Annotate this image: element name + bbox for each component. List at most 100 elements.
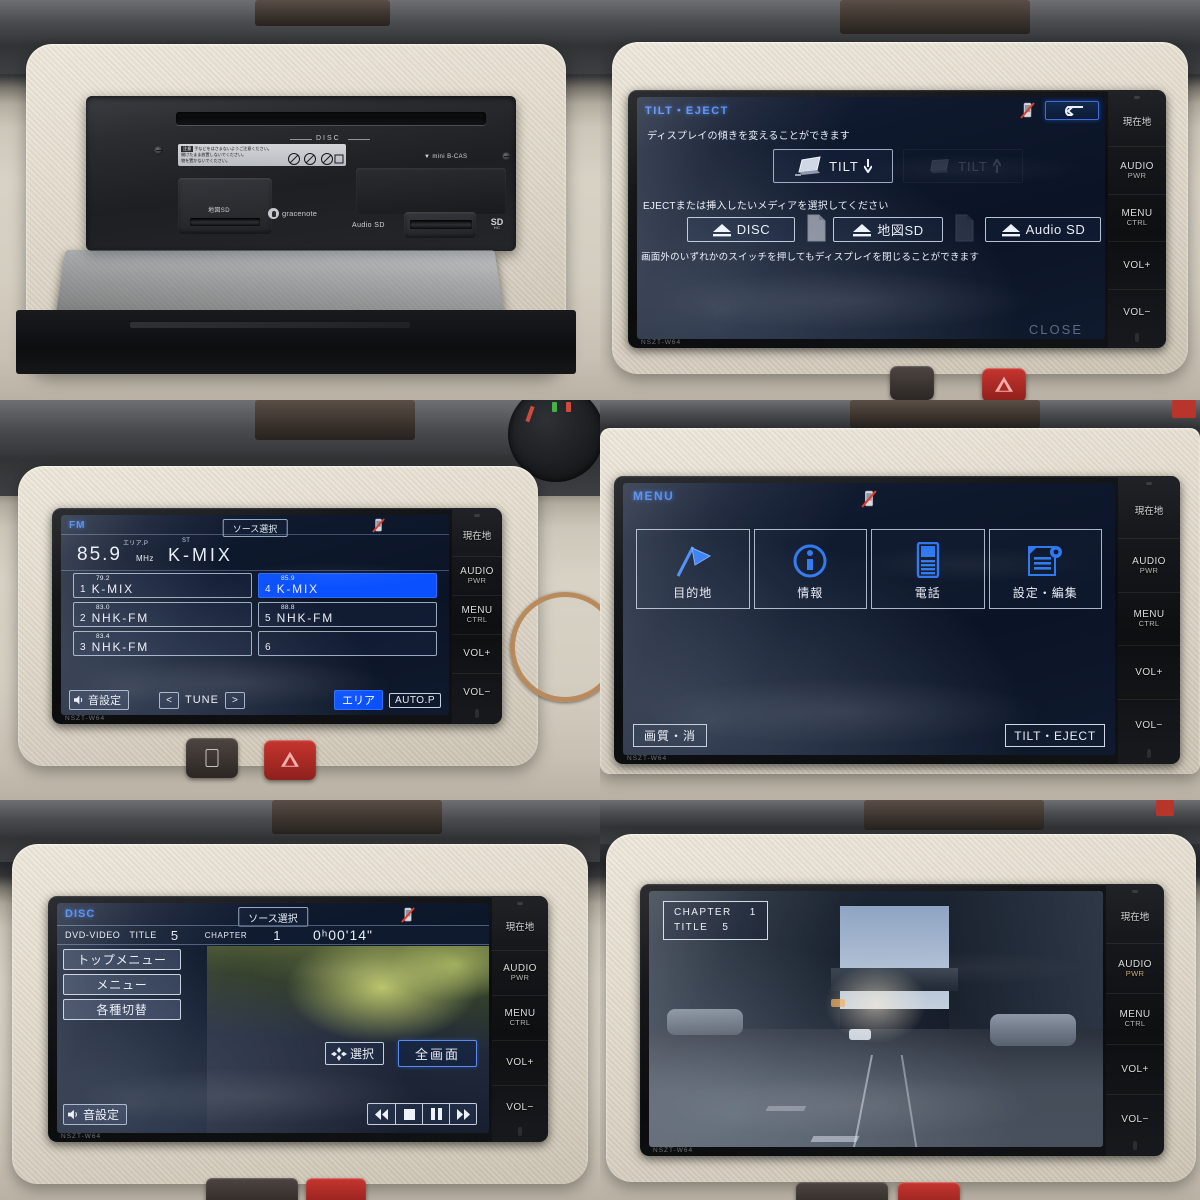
button-current-location[interactable]: 現在地 [1118,486,1180,538]
button-menu-ctrl[interactable]: MENU CTRL [492,995,548,1040]
preset-frequency: 79.2 [96,575,110,582]
menu-tile-settings[interactable]: 設定・編集 [988,529,1102,609]
button-label: VOL− [1135,720,1163,732]
door-button[interactable] [890,366,934,400]
map-sd-mouth[interactable] [190,218,260,226]
top-menu-button[interactable]: トップメニュー [63,949,181,970]
button-label: VOL− [1121,1113,1149,1125]
button-current-location[interactable]: 現在地 [1108,100,1166,146]
disc-slot[interactable] [176,112,486,125]
skip-next-icon [456,1108,470,1120]
eject-audio-sd-button[interactable]: Audio SD [985,217,1101,242]
dvd-left-buttons: トップメニュー メニュー 各種切替 [63,949,181,1020]
button-menu-ctrl[interactable]: MENU CTRL [452,595,502,634]
preset-button[interactable]: 4 85.9 K-MIX [258,573,437,598]
display-screen[interactable]: FM ソース選択 エリア.P ST 85.9 MHz K-MIX 1 79.2 … [61,515,449,715]
back-button[interactable] [1045,101,1099,120]
button-menu-ctrl[interactable]: MENU CTRL [1108,193,1166,241]
fm-bottom-bar: 音設定 < TUNE > エリア AUTO.P [69,690,441,710]
hazard-button[interactable] [306,1178,366,1200]
preset-station: NHK-FM [91,611,150,625]
preset-button[interactable]: 1 79.2 K-MIX [73,573,252,598]
auto-preset-button[interactable]: AUTO.P [388,692,441,708]
fullscreen-button[interactable]: 全画面 [397,1040,477,1067]
preset-button[interactable]: 5 88.8 NHK-FM [258,602,437,627]
hazard-button[interactable] [264,740,316,780]
pause-button[interactable] [422,1104,449,1124]
gracenote-label: gracenote [282,209,318,218]
display-screen[interactable]: MENU 目的地 情報 電話 設定・編集 画質・消 TILT・EJECT [623,483,1115,755]
door-button[interactable] [186,738,238,778]
button-volume-up[interactable]: VOL+ [452,634,502,673]
button-volume-up[interactable]: VOL+ [492,1040,548,1085]
button-volume-up[interactable]: VOL+ [1118,645,1180,698]
button-label: VOL+ [1121,1063,1149,1075]
head-unit: FM ソース選択 エリア.P ST 85.9 MHz K-MIX 1 79.2 … [52,508,502,724]
picture-quality-button[interactable]: 画質・消 [633,724,708,747]
button-volume-down[interactable]: VOL− [492,1085,548,1130]
button-sublabel: CTRL [509,1018,531,1028]
button-volume-up[interactable]: VOL+ [1108,241,1166,288]
sound-settings-button[interactable]: 音設定 [63,1104,128,1125]
button-current-location[interactable]: 現在地 [452,518,502,556]
menu-tile-information[interactable]: 情報 [753,529,867,609]
button-volume-down[interactable]: VOL− [1108,288,1166,336]
button-audio-power[interactable]: AUDIO PWR [1106,943,1164,993]
display-screen[interactable]: CHAPTER 1 TITLE 5 [649,891,1103,1147]
button-audio-power[interactable]: AUDIO PWR [452,556,502,595]
tune-next-button[interactable]: > [224,691,245,709]
button-sublabel: CTRL [1124,1019,1146,1029]
button-volume-up[interactable]: VOL+ [1106,1043,1164,1094]
tilt-display-icon [930,159,949,174]
area-button[interactable]: エリア [333,690,383,710]
audio-sd-mouth[interactable] [410,220,472,229]
screw-right [502,152,511,161]
tune-prev-button[interactable]: < [159,691,179,709]
tilt-up-button[interactable]: TILT [903,149,1023,183]
button-audio-power[interactable]: AUDIO PWR [1118,538,1180,591]
display-screen[interactable]: DISC ソース選択 DVD-VIDEO TITLE 5 CHAPTER 1 0… [57,903,489,1133]
preset-button[interactable]: 6 [258,631,437,656]
menu-button[interactable]: メニュー [63,974,181,995]
skip-next-button[interactable] [449,1104,476,1124]
title-value: 5 [170,927,179,943]
preset-number: 3 [80,642,86,653]
preset-button[interactable]: 2 83.0 NHK-FM [73,602,252,627]
button-volume-down[interactable]: VOL− [1106,1093,1164,1144]
menu-tile-label: 情報 [797,586,824,600]
preset-button[interactable]: 3 83.4 NHK-FM [73,631,252,656]
menu-tile-label: 電話 [914,586,941,600]
door-button[interactable] [206,1178,298,1200]
disc-slot-label: DISC [316,135,341,142]
button-audio-power[interactable]: AUDIO PWR [492,950,548,995]
source-select-button[interactable]: ソース選択 [238,907,308,927]
hazard-button[interactable] [982,368,1026,400]
display-screen[interactable]: TILT・EJECT ディスプレイの傾きを変えることができます TILT TIL… [637,97,1105,339]
various-switch-button[interactable]: 各種切替 [63,999,181,1020]
hazard-button[interactable] [898,1182,960,1200]
button-current-location[interactable]: 現在地 [492,906,548,950]
button-sublabel: PWR [1125,969,1145,979]
button-volume-down[interactable]: VOL− [1118,698,1180,752]
select-button[interactable]: 選択 [325,1042,385,1065]
menu-tile-destination[interactable]: 目的地 [636,529,750,609]
button-volume-down[interactable]: VOL− [452,673,502,712]
eject-map-sd-button[interactable]: 地図SD [833,217,943,242]
button-current-location[interactable]: 現在地 [1106,894,1164,943]
skip-previous-button[interactable] [368,1104,395,1124]
button-audio-power[interactable]: AUDIO PWR [1108,146,1166,193]
frequency-row: 85.9 MHz K-MIX [77,544,233,566]
door-button[interactable] [796,1182,888,1200]
chapter-label: CHAPTER [204,930,248,940]
button-menu-ctrl[interactable]: MENU CTRL [1118,591,1180,645]
screenshot-collage: DISC 注意 手などをはさまないようご注意ください。 開けたまま放置しないでくだ… [0,0,1200,1200]
button-sublabel: PWR [467,576,487,586]
tilt-down-button[interactable]: TILT [773,149,893,183]
tilt-eject-button[interactable]: TILT・EJECT [1005,724,1105,747]
eject-disc-button[interactable]: DISC [687,217,795,242]
menu-tile-phone[interactable]: 電話 [871,529,985,609]
button-menu-ctrl[interactable]: MENU CTRL [1106,993,1164,1043]
stop-button[interactable] [395,1104,422,1124]
preset-number: 5 [265,613,271,624]
sound-settings-button[interactable]: 音設定 [69,690,129,710]
